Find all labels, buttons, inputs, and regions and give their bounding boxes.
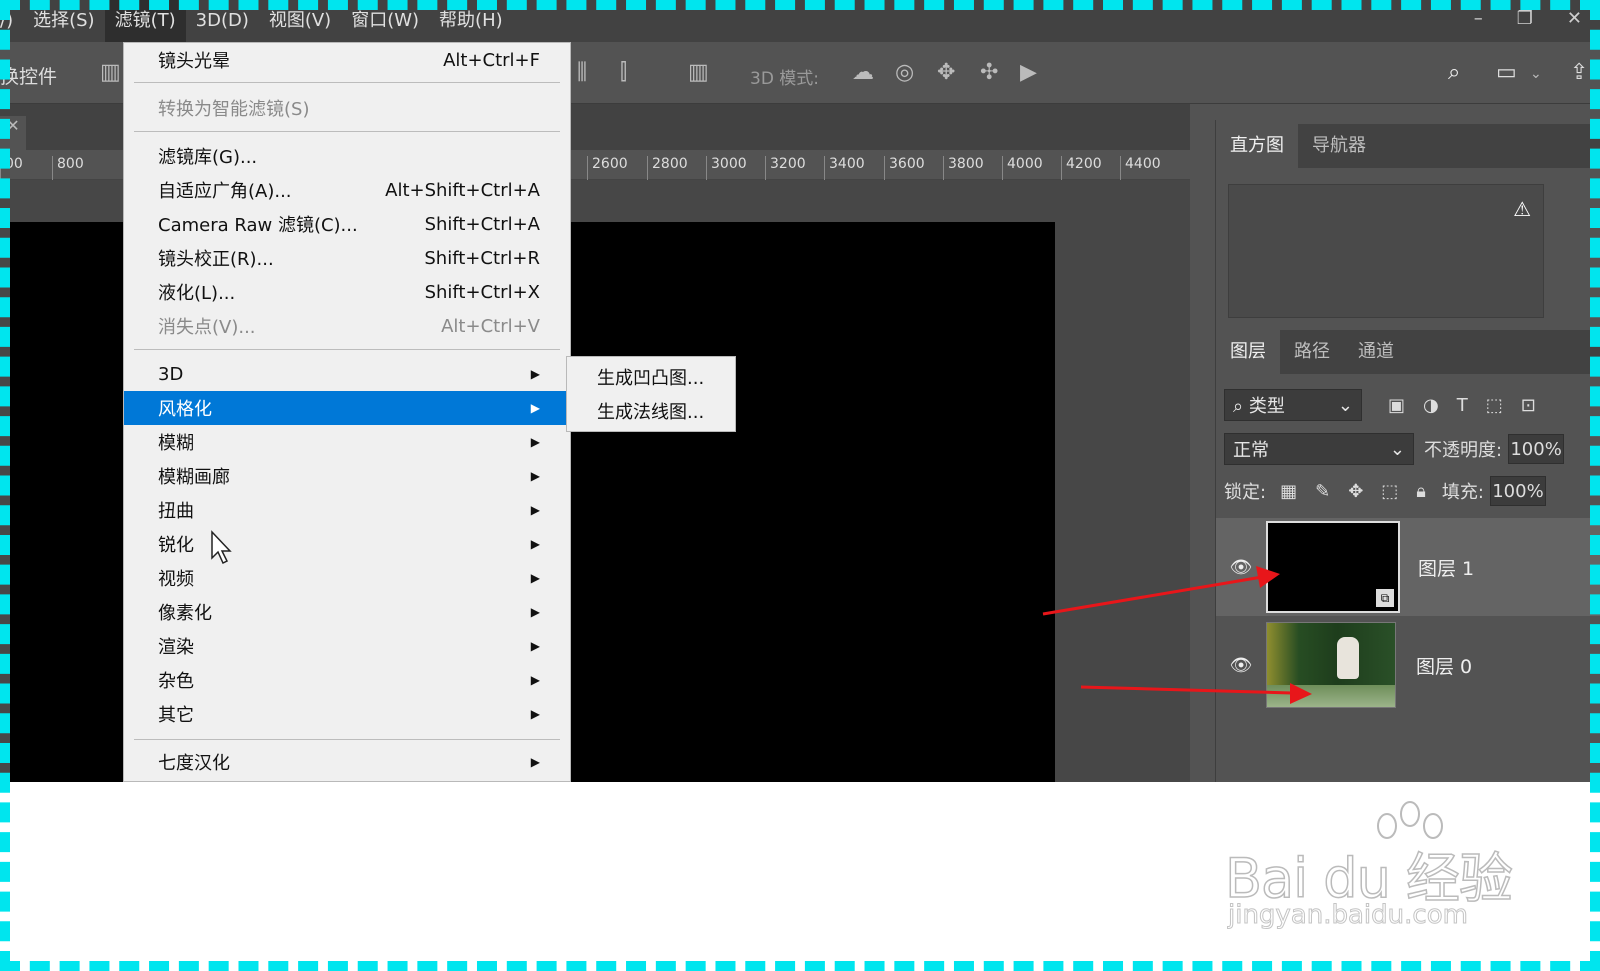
red-arrow-to-layer-0 [1080,683,1312,704]
photoshop-window: /) 选择(S) 滤镜(T) 3D(D) 视图(V) 窗口(W) 帮助(H) –… [0,0,1600,782]
red-arrow-to-layer-1 [1042,566,1280,616]
baidu-jingyan-watermark: Bai du 经验 jingyan.baidu.com [1224,800,1525,940]
watermark-url: jingyan.baidu.com [1228,900,1469,931]
annotation-arrows [1042,566,1312,704]
